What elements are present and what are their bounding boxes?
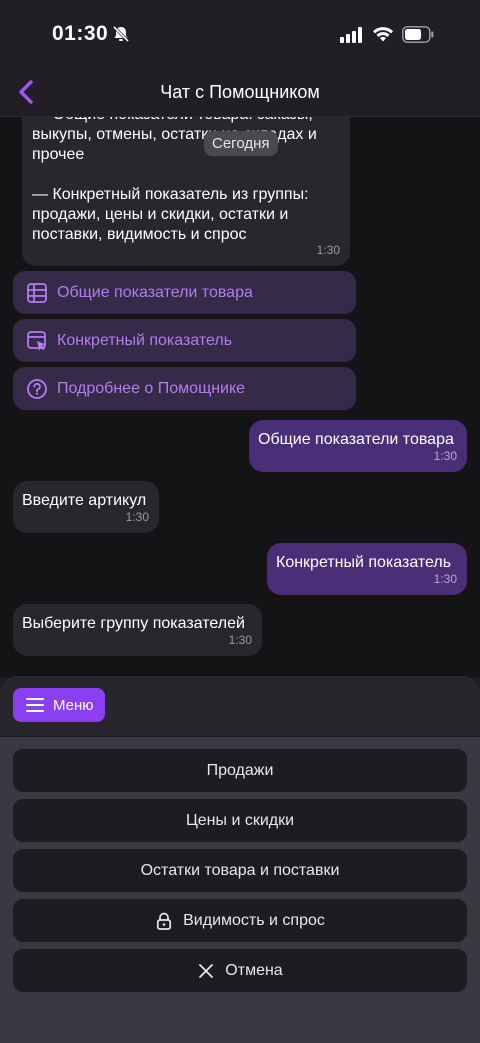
status-time: 01:30: [52, 22, 109, 45]
date-chip: Сегодня: [204, 131, 278, 156]
close-icon: [199, 963, 214, 978]
option-prices-discounts[interactable]: Цены и скидки: [13, 799, 467, 842]
page-title: Чат с Помощником: [160, 82, 320, 102]
navigation-bar: Чат с Помощником: [0, 70, 480, 117]
menu-button[interactable]: Меню: [13, 688, 105, 722]
quick-reply-general-metrics[interactable]: Общие показатели товара: [13, 271, 356, 314]
bot-message: Введите артикул 1:30: [13, 481, 159, 533]
bot-message-options: — Общие показатели товара: заказы, выкуп…: [22, 117, 350, 266]
panel-toolbar: Меню: [0, 676, 480, 737]
table-icon: [27, 282, 47, 303]
option-label: Видимость и спрос: [183, 911, 325, 929]
option-label: Цены и скидки: [185, 811, 295, 829]
option-cancel[interactable]: Отмена: [13, 949, 467, 992]
option-label: Продажи: [206, 761, 274, 779]
message-time: 1:30: [433, 572, 457, 586]
option-visibility-demand[interactable]: Видимость и спрос: [13, 899, 467, 942]
signal-icon: [340, 27, 362, 43]
wifi-icon: [373, 27, 393, 42]
message-time: 1:30: [125, 510, 149, 524]
reply-keyboard-panel: Меню Продажи Цены и скидки Остатки товар…: [0, 676, 480, 1043]
option-stock-supplies[interactable]: Остатки товара и поставки: [13, 849, 467, 892]
message-time: 1:30: [316, 243, 340, 257]
status-bar: 01:30: [0, 0, 480, 70]
quick-reply-label: Конкретный показатель: [57, 331, 233, 349]
bell-muted-icon: [112, 25, 130, 43]
quick-reply-label: Общие показатели товара: [57, 283, 253, 301]
option-label: Остатки товара и поставки: [140, 861, 340, 879]
bot-message: Выберите группу показателей 1:30: [13, 604, 262, 656]
cursor-window-icon: [27, 330, 46, 351]
quick-reply-label: Подробнее о Помощнике: [57, 379, 246, 397]
user-message: Конкретный показатель 1:30: [267, 543, 467, 595]
user-message: Общие показатели товара 1:30: [249, 420, 467, 472]
message-time: 1:30: [433, 449, 457, 463]
quick-reply-specific-metric[interactable]: Конкретный показатель: [13, 319, 356, 362]
message-text: Выберите группу показателей: [22, 615, 245, 632]
message-text: Конкретный показатель: [276, 554, 452, 571]
message-time: 1:30: [228, 633, 252, 647]
option-sales[interactable]: Продажи: [13, 749, 467, 792]
menu-button-label: Меню: [53, 696, 94, 714]
lock-icon: [157, 912, 172, 930]
battery-icon: [402, 26, 434, 43]
option-label: Отмена: [225, 961, 283, 979]
chat-area[interactable]: — Общие показатели товара: заказы, выкуп…: [0, 117, 480, 677]
hamburger-icon: [26, 698, 44, 712]
quick-reply-about-assistant[interactable]: Подробнее о Помощнике: [13, 367, 356, 410]
question-circle-icon: [27, 378, 47, 399]
message-text: Общие показатели товара: [258, 431, 454, 448]
keyboard-options: Продажи Цены и скидки Остатки товара и п…: [0, 737, 480, 1043]
message-text: — Общие показатели товара: заказы, выкуп…: [32, 117, 317, 243]
